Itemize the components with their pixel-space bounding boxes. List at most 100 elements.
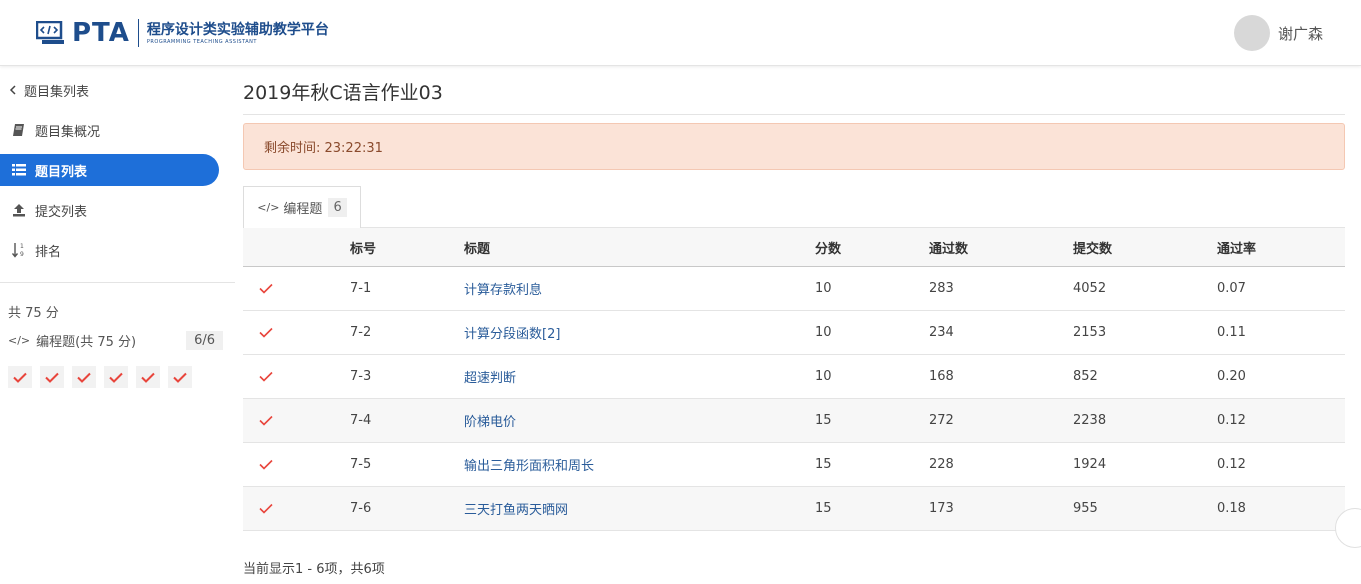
check-icon <box>259 487 273 530</box>
column-header-submitted[interactable]: 提交数 <box>1073 228 1112 266</box>
chevron-left-icon <box>8 82 18 98</box>
check-icon <box>259 311 273 354</box>
problem-passed: 228 <box>929 457 954 472</box>
check-icon <box>13 372 27 383</box>
sidebar-item-label: 题目列表 <box>35 164 88 180</box>
column-header-title[interactable]: 标题 <box>464 228 490 266</box>
problem-id: 7-1 <box>350 281 372 296</box>
problem-id: 7-3 <box>350 369 372 384</box>
check-icon <box>109 372 123 383</box>
check-icon <box>173 372 187 383</box>
problem-submitted: 955 <box>1073 501 1098 516</box>
problem-id: 7-2 <box>350 325 372 340</box>
problem-passed: 283 <box>929 281 954 296</box>
total-score: 共 75 分 <box>8 306 59 321</box>
problem-status-check[interactable] <box>104 366 128 388</box>
tab-label: 编程题 <box>283 202 323 217</box>
category-label: 编程题(共 75 分) <box>36 334 137 350</box>
problem-passed: 168 <box>929 369 954 384</box>
problem-passed: 234 <box>929 325 954 340</box>
sidebar-item-problem-sets[interactable]: 题目集列表 <box>0 74 219 106</box>
category-programming[interactable]: </> 编程题(共 75 分) 6/6 <box>8 328 223 352</box>
problem-submitted: 852 <box>1073 369 1098 384</box>
sidebar-item-ranking[interactable]: 19 排名 <box>0 234 219 266</box>
tab-count-badge: 6 <box>328 198 347 217</box>
column-header-passed[interactable]: 通过数 <box>929 228 968 266</box>
column-header-score[interactable]: 分数 <box>815 228 841 266</box>
table-row[interactable]: 7-4 阶梯电价 15 272 2238 0.12 <box>243 399 1345 443</box>
remaining-time-alert: 剩余时间: 23:22:31 <box>243 123 1345 170</box>
problem-score: 10 <box>815 369 832 384</box>
table-header: 标号 标题 分数 通过数 提交数 通过率 <box>243 227 1345 267</box>
problem-pass-rate: 0.12 <box>1217 457 1246 472</box>
table-row[interactable]: 7-1 计算存款利息 10 283 4052 0.07 <box>243 267 1345 311</box>
avatar[interactable] <box>1233 15 1270 51</box>
sidebar: 题目集列表 题目集概况 题目列表 提交列表 19 排名 共 75 分 </> 编… <box>0 66 235 584</box>
title-divider <box>243 114 1345 115</box>
sort-numeric-icon: 19 <box>11 242 27 258</box>
problem-score: 10 <box>815 325 832 340</box>
problem-title-link[interactable]: 阶梯电价 <box>464 399 516 442</box>
problem-score: 15 <box>815 413 832 428</box>
problem-submitted: 2153 <box>1073 325 1107 340</box>
sidebar-item-overview[interactable]: 题目集概况 <box>0 114 219 146</box>
problem-title-link[interactable]: 三天打鱼两天晒网 <box>464 487 568 530</box>
table-row[interactable]: 7-3 超速判断 10 168 852 0.20 <box>243 355 1345 399</box>
pagination-info: 当前显示1 - 6项，共6项 <box>243 562 385 577</box>
table-row[interactable]: 7-2 计算分段函数[2] 10 234 2153 0.11 <box>243 311 1345 355</box>
logo-text: PTA <box>72 18 130 48</box>
code-icon: </> <box>8 333 31 347</box>
problem-status-grid <box>8 366 200 388</box>
problem-title-link[interactable]: 计算分段函数[2] <box>464 311 560 354</box>
check-icon <box>45 372 59 383</box>
problem-status-check[interactable] <box>8 366 32 388</box>
problem-pass-rate: 0.12 <box>1217 413 1246 428</box>
problem-score: 15 <box>815 501 832 516</box>
problem-title-link[interactable]: 计算存款利息 <box>464 267 542 310</box>
check-icon <box>141 372 155 383</box>
table-row[interactable]: 7-6 三天打鱼两天晒网 15 173 955 0.18 <box>243 487 1345 531</box>
sidebar-item-label: 排名 <box>35 244 62 260</box>
pta-logo[interactable]: PTA 程序设计类实验辅助教学平台 PROGRAMMING TEACHING A… <box>35 18 329 48</box>
platform-name-en: PROGRAMMING TEACHING ASSISTANT <box>146 38 257 45</box>
category-progress-badge: 6/6 <box>186 330 223 350</box>
feedback-button[interactable] <box>1335 508 1361 548</box>
problem-passed: 173 <box>929 501 954 516</box>
problem-title-link[interactable]: 输出三角形面积和周长 <box>464 443 594 486</box>
book-icon <box>11 122 27 138</box>
problem-title-link[interactable]: 超速判断 <box>464 355 516 398</box>
sidebar-item-label: 题目集列表 <box>24 84 90 100</box>
list-icon <box>11 162 27 178</box>
problem-submitted: 4052 <box>1073 281 1107 296</box>
problem-status-check[interactable] <box>40 366 64 388</box>
problem-id: 7-6 <box>350 501 372 516</box>
problem-pass-rate: 0.11 <box>1217 325 1246 340</box>
problem-status-check[interactable] <box>72 366 96 388</box>
tab-programming[interactable]: </> 编程题 6 <box>243 186 361 228</box>
check-icon <box>259 267 273 310</box>
check-icon <box>259 399 273 442</box>
problem-submitted: 2238 <box>1073 413 1107 428</box>
problem-status-check[interactable] <box>168 366 192 388</box>
sidebar-item-problem-list[interactable]: 题目列表 <box>0 154 219 186</box>
sidebar-item-label: 提交列表 <box>35 204 88 220</box>
user-menu[interactable]: 谢广森 <box>1233 15 1323 51</box>
problem-pass-rate: 0.07 <box>1217 281 1246 296</box>
column-header-id[interactable]: 标号 <box>350 228 376 266</box>
sidebar-item-label: 题目集概况 <box>35 124 101 140</box>
user-name[interactable]: 谢广森 <box>1278 23 1323 44</box>
problem-pass-rate: 0.20 <box>1217 369 1246 384</box>
table-row[interactable]: 7-5 输出三角形面积和周长 15 228 1924 0.12 <box>243 443 1345 487</box>
top-bar: PTA 程序设计类实验辅助教学平台 PROGRAMMING TEACHING A… <box>0 0 1361 66</box>
svg-text:9: 9 <box>20 251 24 258</box>
sidebar-divider <box>0 282 235 283</box>
problem-table: 标号 标题 分数 通过数 提交数 通过率 7-1 计算存款利息 10 283 4… <box>243 227 1345 531</box>
sidebar-item-submissions[interactable]: 提交列表 <box>0 194 219 226</box>
problem-status-check[interactable] <box>136 366 160 388</box>
check-icon <box>259 443 273 486</box>
problem-passed: 272 <box>929 413 954 428</box>
code-icon: </> <box>257 201 280 214</box>
logo-divider <box>137 19 139 47</box>
column-header-pass-rate[interactable]: 通过率 <box>1217 228 1256 266</box>
platform-name: 程序设计类实验辅助教学平台 <box>146 21 329 38</box>
